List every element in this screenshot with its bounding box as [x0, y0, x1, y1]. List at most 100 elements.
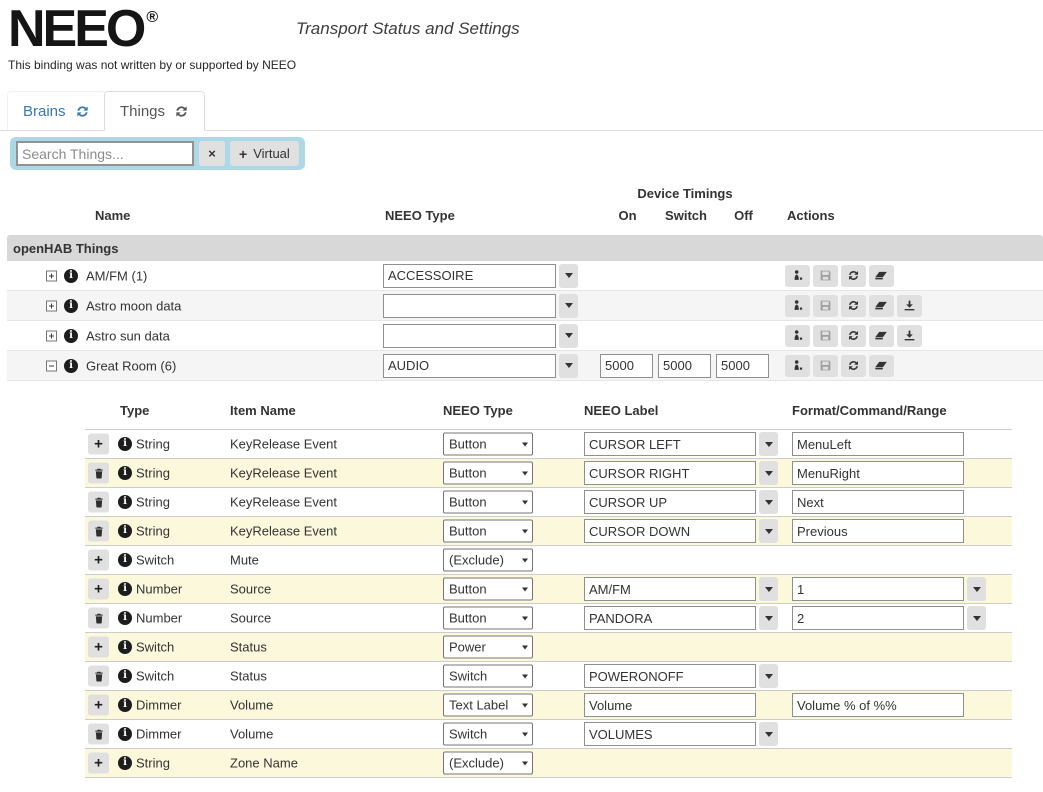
label-dropdown-button[interactable]	[759, 461, 778, 485]
neeo-type-select[interactable]: Button	[443, 490, 533, 514]
add-channel-button[interactable]	[88, 578, 109, 600]
format-input[interactable]	[792, 693, 964, 717]
info-icon[interactable]	[64, 358, 78, 373]
neeo-type-dropdown-button[interactable]	[559, 263, 578, 288]
neeo-type-select[interactable]: Button	[443, 519, 533, 543]
format-input[interactable]	[792, 606, 964, 630]
refresh-button[interactable]	[841, 324, 866, 347]
add-virtual-button[interactable]: + Virtual	[230, 141, 299, 166]
info-icon[interactable]	[118, 698, 132, 712]
label-dropdown-button[interactable]	[759, 519, 778, 543]
neeo-type-dropdown-button[interactable]	[559, 323, 578, 348]
info-icon[interactable]	[118, 524, 132, 538]
neeo-label-input[interactable]	[584, 432, 756, 456]
neeo-type-select[interactable]: Button	[443, 577, 533, 601]
delete-channel-button[interactable]	[88, 665, 109, 687]
info-icon[interactable]	[118, 669, 132, 683]
restore-button[interactable]	[869, 294, 894, 317]
export-button[interactable]	[897, 324, 922, 347]
expand-icon[interactable]	[46, 330, 57, 341]
neeo-label-input[interactable]	[584, 664, 756, 688]
info-icon[interactable]	[118, 466, 132, 480]
delete-channel-button[interactable]	[88, 520, 109, 542]
neeo-type-input[interactable]	[383, 353, 556, 378]
neeo-type-select[interactable]: Button	[443, 461, 533, 485]
neeo-label-input[interactable]	[584, 693, 756, 717]
format-input[interactable]	[792, 432, 964, 456]
search-input[interactable]	[16, 141, 194, 166]
neeo-type-input[interactable]	[383, 263, 556, 288]
label-dropdown-button[interactable]	[759, 490, 778, 514]
label-dropdown-button[interactable]	[759, 606, 778, 630]
neeo-label-input[interactable]	[584, 490, 756, 514]
channels-button[interactable]	[785, 354, 810, 377]
neeo-label-input[interactable]	[584, 606, 756, 630]
info-icon[interactable]	[64, 328, 78, 343]
save-button[interactable]	[813, 324, 838, 347]
neeo-label-input[interactable]	[584, 722, 756, 746]
delete-channel-button[interactable]	[88, 491, 109, 513]
info-icon[interactable]	[118, 553, 132, 567]
info-icon[interactable]	[118, 727, 132, 741]
format-input[interactable]	[792, 490, 964, 514]
label-dropdown-button[interactable]	[759, 664, 778, 688]
neeo-type-input[interactable]	[383, 293, 556, 318]
timing-off-input[interactable]	[716, 353, 769, 378]
refresh-button[interactable]	[841, 354, 866, 377]
neeo-type-select[interactable]: Button	[443, 606, 533, 630]
neeo-type-select[interactable]: Switch	[443, 722, 533, 746]
timing-switch-input[interactable]	[658, 353, 711, 378]
channels-button[interactable]	[785, 264, 810, 287]
neeo-type-select[interactable]: (Exclude)	[443, 548, 533, 572]
delete-channel-button[interactable]	[88, 462, 109, 484]
format-input[interactable]	[792, 519, 964, 543]
delete-channel-button[interactable]	[88, 723, 109, 745]
neeo-type-select[interactable]: Switch	[443, 664, 533, 688]
neeo-type-input[interactable]	[383, 323, 556, 348]
neeo-label-input[interactable]	[584, 461, 756, 485]
neeo-type-select[interactable]: Button	[443, 432, 533, 456]
tab-brains[interactable]: Brains	[7, 91, 106, 130]
info-icon[interactable]	[118, 640, 132, 654]
info-icon[interactable]	[118, 756, 132, 770]
neeo-type-dropdown-button[interactable]	[559, 293, 578, 318]
info-icon[interactable]	[64, 268, 78, 283]
neeo-label-input[interactable]	[584, 519, 756, 543]
tab-things[interactable]: Things	[104, 91, 206, 131]
neeo-label-input[interactable]	[584, 577, 756, 601]
add-channel-button[interactable]	[88, 694, 109, 716]
collapse-icon[interactable]	[46, 360, 57, 371]
info-icon[interactable]	[118, 611, 132, 625]
save-button[interactable]	[813, 264, 838, 287]
format-dropdown-button[interactable]	[967, 606, 986, 630]
timing-on-input[interactable]	[600, 353, 653, 378]
expand-icon[interactable]	[46, 270, 57, 281]
format-input[interactable]	[792, 461, 964, 485]
label-dropdown-button[interactable]	[759, 722, 778, 746]
neeo-type-select[interactable]: (Exclude)	[443, 751, 533, 775]
clear-search-button[interactable]: ×	[199, 141, 225, 166]
save-button[interactable]	[813, 354, 838, 377]
save-button[interactable]	[813, 294, 838, 317]
expand-icon[interactable]	[46, 300, 57, 311]
format-dropdown-button[interactable]	[967, 577, 986, 601]
channels-button[interactable]	[785, 294, 810, 317]
neeo-type-select[interactable]: Text Label	[443, 693, 533, 717]
refresh-icon[interactable]	[174, 104, 189, 119]
format-input[interactable]	[792, 577, 964, 601]
refresh-button[interactable]	[841, 294, 866, 317]
info-icon[interactable]	[118, 495, 132, 509]
label-dropdown-button[interactable]	[759, 577, 778, 601]
restore-button[interactable]	[869, 354, 894, 377]
label-dropdown-button[interactable]	[759, 432, 778, 456]
add-channel-button[interactable]	[88, 752, 109, 774]
neeo-type-dropdown-button[interactable]	[559, 353, 578, 378]
delete-channel-button[interactable]	[88, 607, 109, 629]
add-channel-button[interactable]	[88, 433, 109, 455]
restore-button[interactable]	[869, 264, 894, 287]
info-icon[interactable]	[118, 437, 132, 451]
refresh-button[interactable]	[841, 264, 866, 287]
info-icon[interactable]	[64, 298, 78, 313]
restore-button[interactable]	[869, 324, 894, 347]
info-icon[interactable]	[118, 582, 132, 596]
